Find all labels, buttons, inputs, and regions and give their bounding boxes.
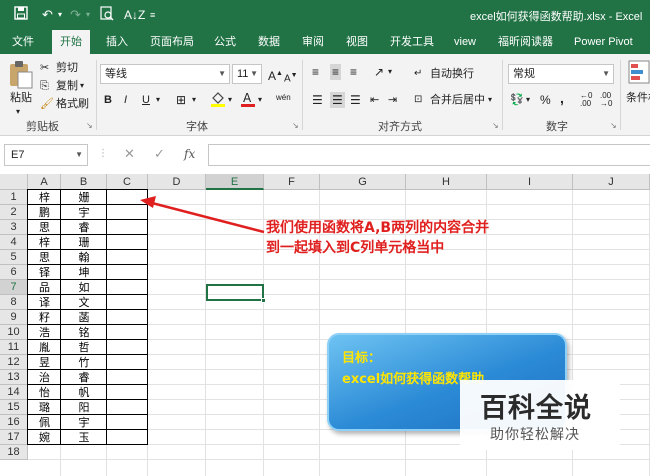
excel-window: ↶ ▾ ↷ ▾ A↓Z ≡ excel如何获得函数帮助.xlsx - Excel… bbox=[0, 0, 650, 476]
watermark-sub: 助你轻松解决 bbox=[490, 427, 580, 443]
annotation-line-1: 我们使用函数将A,B两列的内容合并 bbox=[266, 220, 490, 236]
watermark-main: 百科全说 bbox=[480, 393, 592, 424]
annotation-line-2: 到一起填入到C列单元格当中 bbox=[266, 240, 445, 256]
selected-cell[interactable] bbox=[206, 284, 266, 303]
annotation-text: 我们使用函数将A,B两列的内容合并 到一起填入到C列单元格当中 bbox=[266, 218, 489, 258]
watermark: 百科全说 助你轻松解决 bbox=[460, 380, 620, 450]
fill-handle[interactable] bbox=[261, 298, 266, 303]
goal-title: 目标： bbox=[342, 351, 382, 366]
